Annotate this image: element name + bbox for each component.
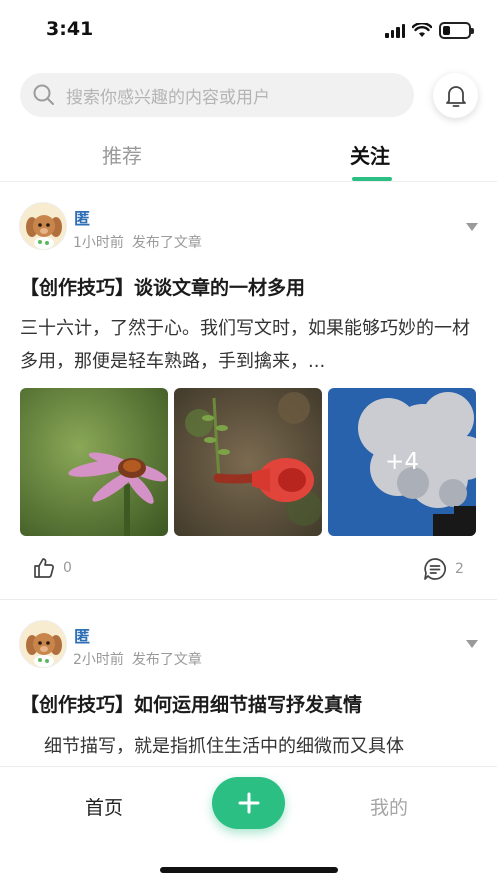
dog-avatar-image bbox=[20, 203, 66, 249]
bottom-nav: 首页 我的 bbox=[0, 766, 497, 883]
cellular-signal-icon bbox=[385, 23, 405, 38]
search-placeholder: 搜索你感兴趣的内容或用户 bbox=[66, 87, 270, 108]
post-action: 发布了文章 bbox=[131, 235, 202, 251]
status-bar: 3:41 bbox=[0, 0, 497, 60]
avatar[interactable] bbox=[19, 620, 67, 668]
more-images-count: +4 bbox=[328, 388, 476, 536]
author-name[interactable]: 匿 bbox=[74, 623, 90, 647]
search-input[interactable]: 搜索你感兴趣的内容或用户 bbox=[20, 73, 414, 117]
nav-home[interactable]: 首页 bbox=[85, 793, 123, 820]
tab-recommend[interactable]: 推荐 bbox=[102, 140, 142, 169]
dog-avatar-image bbox=[20, 621, 66, 667]
plus-icon bbox=[238, 792, 259, 814]
more-options-icon[interactable] bbox=[466, 223, 478, 231]
post-title[interactable]: 【创作技巧】谈谈文章的一材多用 bbox=[20, 273, 305, 300]
nav-mine[interactable]: 我的 bbox=[370, 793, 408, 820]
post-action: 发布了文章 bbox=[131, 652, 202, 668]
search-icon bbox=[33, 84, 54, 105]
like-button[interactable]: 0 bbox=[32, 556, 72, 580]
post-images: +4 bbox=[20, 388, 476, 536]
author-name[interactable]: 匿 bbox=[74, 205, 90, 229]
red-flower-image[interactable] bbox=[174, 388, 322, 536]
post-time: 2小时前 bbox=[73, 652, 124, 668]
status-icons bbox=[385, 22, 474, 39]
wifi-icon bbox=[412, 23, 432, 37]
feed-post[interactable]: 匿 2小时前 发布了文章 【创作技巧】如何运用细节描写抒发真情 细节描写，就是指抓… bbox=[0, 600, 497, 766]
active-tab-indicator bbox=[352, 177, 392, 181]
post-excerpt[interactable]: 三十六计，了然于心。我们写文时，如果能够巧妙的一材多用，那便是轻车熟路，手到擒来… bbox=[20, 312, 480, 378]
avatar[interactable] bbox=[19, 202, 67, 250]
status-time: 3:41 bbox=[46, 18, 94, 40]
post-title[interactable]: 【创作技巧】如何运用细节描写抒发真情 bbox=[20, 690, 362, 717]
comment-icon bbox=[424, 558, 446, 580]
cloud-sky-image[interactable]: +4 bbox=[328, 388, 476, 536]
thumbs-up-icon bbox=[34, 558, 54, 578]
comment-count: 2 bbox=[455, 561, 464, 577]
battery-icon bbox=[439, 22, 474, 39]
like-count: 0 bbox=[63, 560, 72, 576]
post-time: 1小时前 bbox=[73, 235, 124, 251]
post-meta: 1小时前 发布了文章 bbox=[73, 232, 202, 252]
post-excerpt[interactable]: 细节描写，就是指抓住生活中的细微而又具体 bbox=[44, 730, 474, 763]
home-indicator bbox=[160, 867, 338, 873]
more-options-icon[interactable] bbox=[466, 640, 478, 648]
tab-follow[interactable]: 关注 bbox=[350, 140, 390, 169]
comment-button[interactable]: 2 bbox=[422, 556, 464, 582]
add-post-button[interactable] bbox=[212, 777, 285, 829]
bell-icon bbox=[445, 85, 466, 107]
flower-image[interactable] bbox=[20, 388, 168, 536]
notification-button[interactable] bbox=[433, 73, 478, 118]
post-meta: 2小时前 发布了文章 bbox=[73, 649, 202, 669]
feed-tabs: 推荐 关注 bbox=[0, 130, 497, 182]
feed-post[interactable]: 匿 1小时前 发布了文章 【创作技巧】谈谈文章的一材多用 三十六计，了然于心。我们… bbox=[0, 182, 497, 600]
